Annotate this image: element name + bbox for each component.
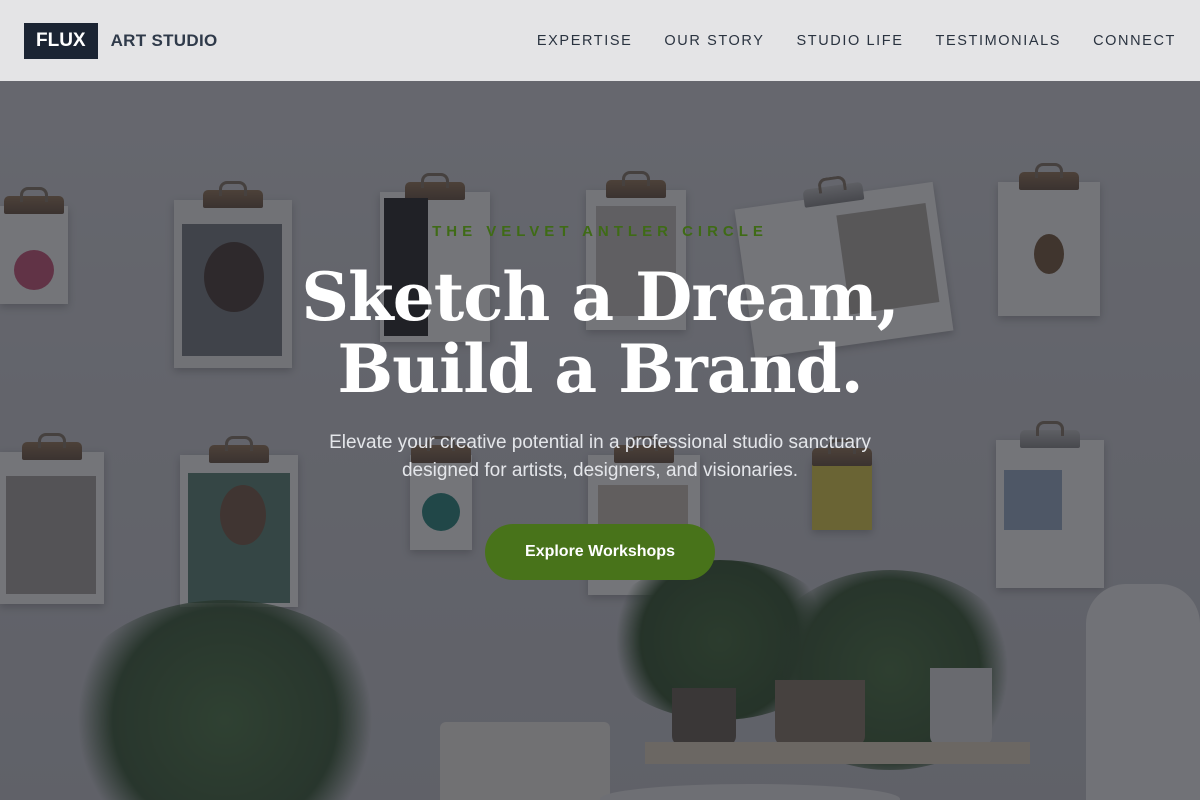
hero-eyebrow: THE VELVET ANTLER CIRCLE bbox=[432, 223, 768, 240]
explore-workshops-button[interactable]: Explore Workshops bbox=[485, 524, 715, 580]
subtext-line-1: Elevate your creative potential in a pro… bbox=[329, 432, 871, 453]
nav-item-studio-life[interactable]: STUDIO LIFE bbox=[797, 33, 904, 49]
nav-item-testimonials[interactable]: TESTIMONIALS bbox=[936, 33, 1062, 49]
headline-line-1: Sketch a Dream, bbox=[301, 258, 899, 336]
site-header: FLUX ART STUDIO EXPERTISE OUR STORY STUD… bbox=[0, 0, 1200, 81]
nav-item-our-story[interactable]: OUR STORY bbox=[664, 33, 764, 49]
logo-text[interactable]: ART STUDIO bbox=[111, 31, 218, 51]
headline-line-2: Build a Brand. bbox=[337, 330, 863, 408]
hero-section: THE VELVET ANTLER CIRCLE Sketch a Dream,… bbox=[0, 81, 1200, 800]
hero-headline: Sketch a Dream, Build a Brand. bbox=[0, 261, 1200, 405]
subtext-line-2: designed for artists, designers, and vis… bbox=[401, 460, 799, 481]
main-nav: EXPERTISE OUR STORY STUDIO LIFE TESTIMON… bbox=[537, 33, 1176, 49]
nav-item-connect[interactable]: CONNECT bbox=[1093, 33, 1176, 49]
nav-item-expertise[interactable]: EXPERTISE bbox=[537, 33, 633, 49]
hero-subtext: Elevate your creative potential in a pro… bbox=[280, 429, 920, 485]
logo-badge[interactable]: FLUX bbox=[24, 22, 98, 59]
